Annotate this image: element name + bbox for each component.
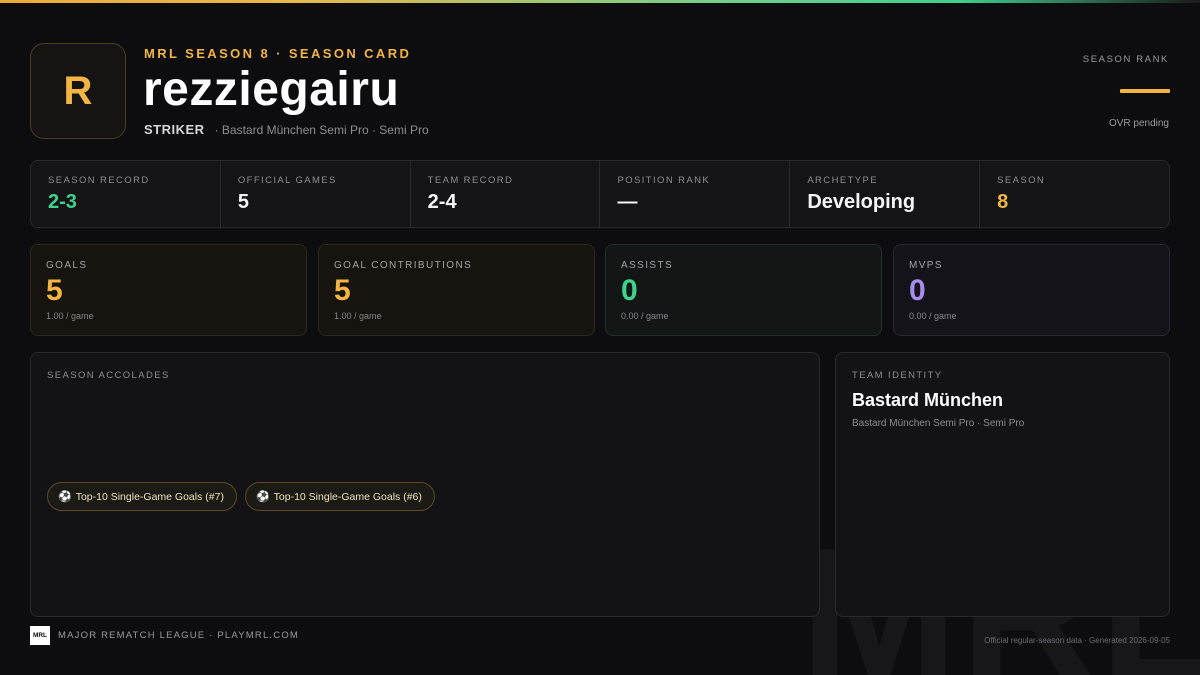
- summary-label: SEASON RECORD: [48, 175, 150, 186]
- mrl-logo: MRL: [30, 626, 50, 645]
- summary-label: POSITION RANK: [617, 175, 711, 186]
- footer-generated-text: Official regular-season data · Generated…: [984, 636, 1170, 645]
- season-rank-label: SEASON RANK: [1082, 54, 1169, 65]
- summary-value: Developing: [807, 191, 916, 213]
- stat-card-goals: GOALS 5 1.00 / game: [30, 244, 307, 336]
- accolade-chips: ⚽ Top-10 Single-Game Goals (#7) ⚽ Top-10…: [47, 482, 435, 511]
- stat-card-goal-contributions: GOAL CONTRIBUTIONS 5 1.00 / game: [318, 244, 595, 336]
- summary-strip: SEASON RECORD 2-3 OFFICIAL GAMES 5 TEAM …: [30, 160, 1170, 228]
- card-eyebrow: MRL SEASON 8 · SEASON CARD: [144, 46, 412, 61]
- accolade-text: Top-10 Single-Game Goals (#7): [75, 490, 224, 503]
- player-name: rezziegairu: [143, 63, 400, 116]
- avatar-initial: R: [63, 68, 93, 113]
- summary-archetype: ARCHETYPE Developing: [790, 161, 981, 227]
- stat-label: MVPS: [909, 260, 943, 271]
- stat-rate: 0.00 / game: [621, 311, 669, 321]
- summary-value: 2-4: [427, 191, 457, 213]
- top-accent-bar: [0, 0, 1200, 3]
- accolade-chip: ⚽ Top-10 Single-Game Goals (#6): [244, 482, 435, 511]
- summary-value: 8: [997, 191, 1009, 213]
- accolade-chip: ⚽ Top-10 Single-Game Goals (#7): [47, 482, 237, 511]
- summary-value: —: [617, 191, 638, 213]
- soccer-ball-icon: ⚽: [58, 491, 72, 503]
- summary-label: OFFICIAL GAMES: [237, 175, 337, 186]
- summary-team-record: TEAM RECORD 2-4: [411, 161, 601, 227]
- stat-card-mvps: MVPS 0 0.00 / game: [893, 244, 1170, 336]
- stat-card-assists: ASSISTS 0 0.00 / game: [605, 244, 882, 336]
- season-rank-note: OVR pending: [1108, 118, 1169, 129]
- stat-value: 0: [909, 274, 926, 307]
- summary-label: ARCHETYPE: [807, 175, 878, 186]
- team-subline: Bastard München Semi Pro · Semi Pro: [852, 418, 1025, 429]
- team-identity-panel: TEAM IDENTITY Bastard München Bastard Mü…: [835, 352, 1170, 617]
- accolades-label: SEASON ACCOLADES: [47, 370, 170, 381]
- player-team-line: · Bastard München Semi Pro · Semi Pro: [214, 123, 429, 137]
- player-subline: STRIKER · Bastard München Semi Pro · Sem…: [144, 122, 429, 137]
- season-rank-placeholder: [1120, 89, 1170, 93]
- team-identity-label: TEAM IDENTITY: [852, 370, 943, 381]
- stat-rate: 1.00 / game: [334, 311, 382, 321]
- summary-official-games: OFFICIAL GAMES 5: [221, 161, 411, 227]
- soccer-ball-icon: ⚽: [255, 491, 270, 503]
- stat-label: ASSISTS: [621, 260, 674, 271]
- accolade-text: Top-10 Single-Game Goals (#6): [273, 490, 422, 503]
- season-accolades-panel: SEASON ACCOLADES ⚽ Top-10 Single-Game Go…: [30, 352, 820, 617]
- avatar: R: [30, 43, 126, 139]
- summary-season: SEASON 8: [980, 161, 1169, 227]
- stat-value: 0: [621, 274, 638, 307]
- summary-position-rank: POSITION RANK —: [600, 161, 791, 227]
- stat-rate: 1.00 / game: [46, 311, 94, 321]
- summary-value: 5: [237, 191, 249, 213]
- stat-value: 5: [334, 274, 351, 307]
- footer-league-text: MAJOR REMATCH LEAGUE · PLAYMRL.COM: [58, 630, 300, 641]
- stat-label: GOAL CONTRIBUTIONS: [334, 260, 473, 271]
- summary-value: 2-3: [48, 191, 77, 213]
- stat-value: 5: [46, 274, 63, 307]
- summary-label: TEAM RECORD: [427, 175, 514, 186]
- stat-label: GOALS: [46, 260, 88, 271]
- stat-rate: 0.00 / game: [909, 311, 957, 321]
- summary-label: SEASON: [997, 175, 1046, 186]
- team-name: Bastard München: [852, 390, 1004, 410]
- summary-season-record: SEASON RECORD 2-3: [31, 161, 221, 227]
- player-position: STRIKER: [144, 122, 205, 137]
